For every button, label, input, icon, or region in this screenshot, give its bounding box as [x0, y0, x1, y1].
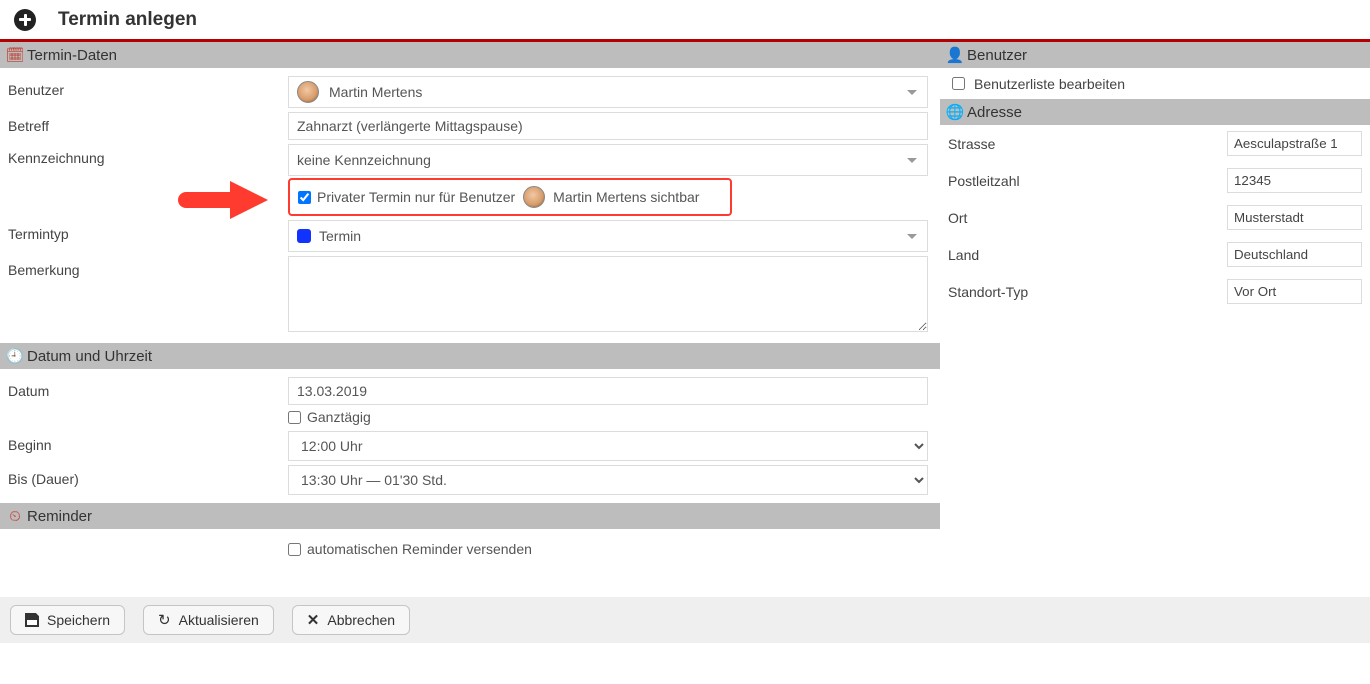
benutzerliste-checkbox[interactable]: [952, 77, 965, 90]
private-appointment-box: Privater Termin nur für Benutzer Martin …: [288, 178, 732, 216]
strasse-input[interactable]: [1227, 131, 1362, 156]
private-checkbox[interactable]: [298, 191, 311, 204]
cancel-label: Abbrechen: [327, 612, 395, 628]
section-title-termin-daten: Termin-Daten: [27, 47, 117, 64]
label-plz: Postleitzahl: [948, 173, 1020, 189]
color-dot-icon: [297, 229, 311, 243]
private-text-pre: Privater Termin nur für Benutzer: [317, 189, 515, 205]
termintyp-select[interactable]: Termin: [288, 220, 928, 252]
label-ort: Ort: [948, 210, 967, 226]
refresh-label: Aktualisieren: [179, 612, 259, 628]
section-header-reminder: ⏲ Reminder: [0, 503, 940, 529]
private-text-post: Martin Mertens sichtbar: [553, 189, 699, 205]
bemerkung-textarea[interactable]: [288, 256, 928, 332]
cancel-icon: ✕: [307, 613, 320, 628]
land-input[interactable]: [1227, 242, 1362, 267]
save-button[interactable]: Speichern: [10, 605, 125, 635]
avatar-icon: [297, 81, 319, 103]
ganztaegig-checkbox[interactable]: [288, 411, 301, 424]
label-land: Land: [948, 247, 979, 263]
section-header-datetime: 🕘 Datum und Uhrzeit: [0, 343, 940, 369]
datum-input[interactable]: [288, 377, 928, 405]
standort-input[interactable]: [1227, 279, 1362, 304]
refresh-button[interactable]: ↻ Aktualisieren: [143, 605, 274, 635]
betreff-input[interactable]: [288, 112, 928, 140]
label-datum: Datum: [8, 377, 288, 399]
label-kennzeichnung: Kennzeichnung: [8, 144, 288, 166]
section-title-adresse: Adresse: [967, 104, 1022, 121]
label-termintyp: Termintyp: [8, 220, 288, 242]
globe-icon: 🌐: [948, 103, 962, 121]
clock-icon: 🕘: [8, 347, 22, 365]
label-benutzerliste: Benutzerliste bearbeiten: [974, 76, 1125, 92]
add-circle-icon: [14, 9, 36, 31]
bis-select[interactable]: 13:30 Uhr — 01'30 Std.: [288, 465, 928, 495]
section-title-reminder: Reminder: [27, 508, 92, 525]
section-header-adresse: 🌐 Adresse: [940, 99, 1370, 125]
beginn-select[interactable]: 12:00 Uhr: [288, 431, 928, 461]
calendar-icon: 🗓: [8, 46, 22, 64]
chevron-down-icon: [907, 90, 917, 95]
kennzeichnung-value: keine Kennzeichnung: [297, 152, 431, 168]
chevron-down-icon: [907, 158, 917, 163]
label-standort: Standort-Typ: [948, 284, 1028, 300]
benutzerliste-row: Benutzerliste bearbeiten: [948, 74, 1125, 93]
label-betreff: Betreff: [8, 112, 288, 134]
label-beginn: Beginn: [8, 431, 288, 453]
label-benutzer: Benutzer: [8, 76, 288, 98]
plz-input[interactable]: [1227, 168, 1362, 193]
page-header: Termin anlegen: [0, 0, 1370, 42]
section-title-datetime: Datum und Uhrzeit: [27, 348, 152, 365]
auto-reminder-checkbox[interactable]: [288, 543, 301, 556]
save-icon: [25, 613, 39, 627]
benutzer-select[interactable]: Martin Mertens: [288, 76, 928, 108]
cancel-button[interactable]: ✕ Abbrechen: [292, 605, 410, 635]
termintyp-value: Termin: [319, 228, 361, 244]
label-ganztaegig: Ganztägig: [307, 409, 371, 425]
section-header-termin-daten: 🗓 Termin-Daten: [0, 42, 940, 68]
avatar-icon: [523, 186, 545, 208]
user-icon: 👤: [948, 46, 962, 64]
save-label: Speichern: [47, 612, 110, 628]
label-auto-reminder: automatischen Reminder versenden: [307, 541, 532, 557]
reminder-clock-icon: ⏲: [8, 508, 22, 525]
label-bis: Bis (Dauer): [8, 465, 288, 487]
benutzer-value: Martin Mertens: [329, 84, 422, 100]
highlight-arrow-icon: [178, 184, 268, 210]
section-title-benutzer: Benutzer: [967, 47, 1027, 64]
kennzeichnung-select[interactable]: keine Kennzeichnung: [288, 144, 928, 176]
label-strasse: Strasse: [948, 136, 995, 152]
chevron-down-icon: [907, 234, 917, 239]
ort-input[interactable]: [1227, 205, 1362, 230]
section-header-benutzer: 👤 Benutzer: [940, 42, 1370, 68]
refresh-icon: ↻: [158, 613, 171, 628]
label-bemerkung: Bemerkung: [8, 256, 288, 278]
action-bar: Speichern ↻ Aktualisieren ✕ Abbrechen: [0, 597, 1370, 643]
page-title: Termin anlegen: [58, 9, 197, 31]
